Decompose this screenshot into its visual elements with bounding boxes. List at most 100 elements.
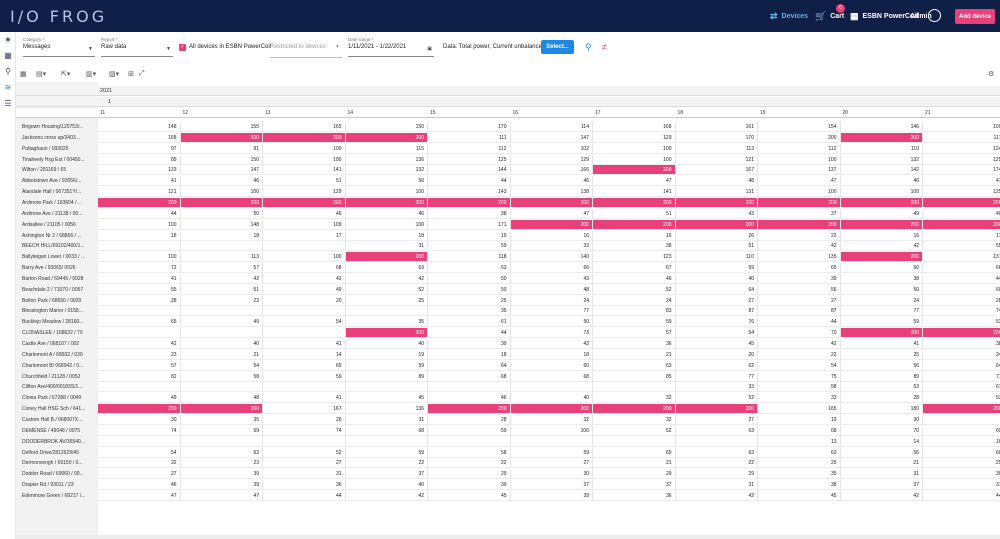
table-cell[interactable]: 150 bbox=[180, 154, 263, 165]
table-cell[interactable]: 115 bbox=[345, 143, 428, 154]
table-cell[interactable]: 21 bbox=[180, 349, 263, 360]
table-cell[interactable]: 136 bbox=[345, 154, 428, 165]
table-cell[interactable]: 28 bbox=[840, 393, 923, 404]
table-cell[interactable]: 45 bbox=[428, 490, 511, 501]
layout-icon[interactable]: ▤▾ bbox=[36, 70, 46, 78]
table-cell[interactable]: 106 bbox=[510, 425, 593, 436]
table-cell[interactable]: 23 bbox=[180, 295, 263, 306]
table-cell[interactable]: 65 bbox=[263, 360, 346, 371]
table-cell[interactable]: 16 bbox=[593, 230, 676, 241]
column-header[interactable]: 13 bbox=[265, 110, 271, 116]
table-cell[interactable]: 48 bbox=[510, 284, 593, 295]
table-cell[interactable]: 37 bbox=[345, 469, 428, 480]
table-cell[interactable]: 168 bbox=[98, 132, 181, 143]
table-cell[interactable]: 25 bbox=[923, 458, 1000, 469]
table-cell[interactable]: 60 bbox=[840, 263, 923, 274]
table-cell[interactable]: 44 bbox=[98, 208, 181, 219]
table-cell[interactable]: 47 bbox=[923, 176, 1000, 187]
table-cell[interactable]: 89 bbox=[345, 371, 428, 382]
table-row[interactable]: Ardmore Ave / 21138 / 00... 44 50 46 46 38 47 5… bbox=[16, 208, 1000, 219]
table-cell[interactable]: 65 bbox=[758, 263, 841, 274]
table-cell[interactable]: 38 bbox=[593, 241, 676, 252]
column-header[interactable]: 20 bbox=[843, 110, 849, 116]
table-cell[interactable]: 62 bbox=[758, 447, 841, 458]
table-cell[interactable]: 43 bbox=[675, 208, 758, 219]
table-cell[interactable]: 32 bbox=[593, 414, 676, 425]
table-cell[interactable] bbox=[98, 241, 181, 252]
expand-icon[interactable]: ⤢ bbox=[139, 70, 145, 78]
clear-filter-icon[interactable]: ≠ bbox=[602, 42, 607, 52]
table-cell[interactable]: 200 bbox=[675, 197, 758, 208]
table-cell[interactable]: 109 bbox=[923, 122, 1000, 132]
table-cell[interactable]: 27 bbox=[675, 414, 758, 425]
table-cell[interactable]: 20 bbox=[675, 349, 758, 360]
table-cell[interactable]: 41 bbox=[263, 393, 346, 404]
table-cell[interactable]: 30 bbox=[840, 414, 923, 425]
table-cell[interactable]: 27 bbox=[510, 458, 593, 469]
table-cell[interactable]: 56 bbox=[840, 360, 923, 371]
table-cell[interactable]: 174 bbox=[923, 165, 1000, 176]
table-cell[interactable]: 147 bbox=[180, 165, 263, 176]
table-cell[interactable]: 46 bbox=[593, 273, 676, 284]
table-cell[interactable]: 40 bbox=[345, 339, 428, 349]
table-cell[interactable] bbox=[180, 436, 263, 447]
table-cell[interactable] bbox=[510, 436, 593, 447]
table-cell[interactable]: 42 bbox=[840, 490, 923, 501]
table-row[interactable]: Wilton / 281169 / 65 133 147 141 132 144 166 20… bbox=[16, 165, 1000, 176]
calendar-icon[interactable]: ▣ bbox=[427, 46, 432, 52]
table-cell[interactable]: 40 bbox=[180, 339, 263, 349]
table-cell[interactable]: 200 bbox=[758, 132, 841, 143]
table-cell[interactable]: 147 bbox=[510, 132, 593, 143]
table-cell[interactable]: 31 bbox=[345, 241, 428, 252]
table-cell[interactable]: 68 bbox=[263, 263, 346, 274]
table-cell[interactable]: 200 bbox=[593, 219, 676, 230]
table-cell[interactable]: 125 bbox=[428, 154, 511, 165]
table-cell[interactable]: 142 bbox=[840, 165, 923, 176]
table-cell[interactable]: 65 bbox=[593, 447, 676, 458]
table-cell[interactable]: 131 bbox=[923, 252, 1000, 263]
table-cell[interactable]: 21 bbox=[593, 349, 676, 360]
table-cell[interactable]: 28 bbox=[428, 414, 511, 425]
table-cell[interactable]: 29 bbox=[675, 469, 758, 480]
table-cell[interactable]: 57 bbox=[180, 263, 263, 274]
table-cell[interactable]: 170 bbox=[428, 122, 511, 132]
table-cell[interactable]: 33 bbox=[758, 393, 841, 404]
table-cell[interactable]: 200 bbox=[840, 252, 923, 263]
table-cell[interactable]: 44 bbox=[758, 317, 841, 328]
table-cell[interactable]: 200 bbox=[180, 404, 263, 415]
table-cell[interactable]: 89 bbox=[840, 371, 923, 382]
table-cell[interactable]: 53 bbox=[840, 382, 923, 393]
table-cell[interactable]: 50 bbox=[510, 317, 593, 328]
table-cell[interactable]: 68 bbox=[345, 425, 428, 436]
table-cell[interactable] bbox=[345, 306, 428, 317]
table-cell[interactable]: 44 bbox=[263, 490, 346, 501]
table-cell[interactable]: 69 bbox=[923, 426, 1000, 436]
table-row[interactable]: Abbotstown Ave / 93056/... 41 46 51 50 44 46 47… bbox=[16, 176, 1000, 187]
table-cell[interactable]: 200 bbox=[758, 197, 841, 208]
table-cell[interactable]: 25 bbox=[758, 458, 841, 469]
table-cell[interactable]: 19 bbox=[758, 414, 841, 425]
avatar[interactable] bbox=[928, 9, 941, 22]
table-cell[interactable]: 200 bbox=[510, 197, 593, 208]
table-cell[interactable] bbox=[180, 328, 263, 339]
table-cell[interactable]: 144 bbox=[428, 165, 511, 176]
table-cell[interactable]: 48 bbox=[180, 393, 263, 404]
table-cell[interactable]: 30 bbox=[98, 414, 181, 425]
table-cell[interactable]: 54 bbox=[263, 317, 346, 328]
table-cell[interactable]: 18 bbox=[345, 230, 428, 241]
chart-toggle-icon[interactable]: ▨▾ bbox=[109, 70, 119, 78]
table-cell[interactable]: 113 bbox=[180, 252, 263, 263]
table-cell[interactable]: 161 bbox=[675, 122, 758, 132]
table-cell[interactable]: 54 bbox=[98, 447, 181, 458]
table-row[interactable]: Churchfield / 21128 / 0052 82 58 59 89 68 68 85… bbox=[16, 371, 1000, 382]
table-row[interactable]: Blessington Manor / 0158... 35 77 83 87 87 77 7… bbox=[16, 306, 1000, 317]
table-row[interactable]: Ardmore Park / 193604 / ... 200 200 200 200 2… bbox=[16, 197, 1000, 208]
columns-icon[interactable]: ▥▾ bbox=[86, 70, 96, 78]
grid-icon[interactable]: ▦ bbox=[3, 51, 13, 61]
table-cell[interactable]: 200 bbox=[593, 404, 676, 415]
table-cell[interactable]: 100 bbox=[593, 143, 676, 154]
table-cell[interactable]: 138 bbox=[510, 187, 593, 198]
column-header[interactable]: 11 bbox=[100, 110, 105, 116]
table-row[interactable]: Clonia Park / 67288 / 0049 49 48 41 45 46 40 32… bbox=[16, 393, 1000, 404]
table-cell[interactable]: 50 bbox=[840, 284, 923, 295]
